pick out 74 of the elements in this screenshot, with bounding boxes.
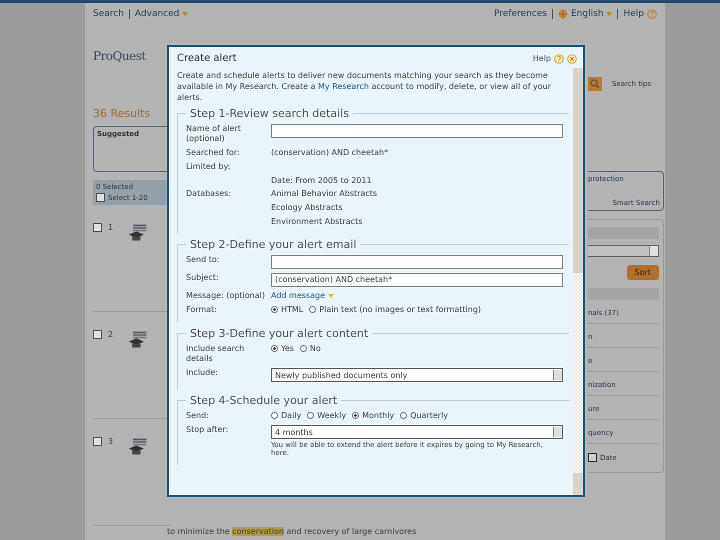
search-button[interactable] [588, 77, 602, 91]
radio-button[interactable] [400, 412, 408, 419]
graduation-cap-icon [128, 223, 148, 243]
expand-icon[interactable] [588, 453, 597, 462]
sort-button[interactable]: Sort [626, 265, 659, 280]
input-field[interactable]: (conservation) AND cheetah* [271, 273, 563, 287]
field-label: Name of alert (optional) [186, 124, 241, 143]
add-message-link[interactable]: Add message [271, 291, 325, 300]
radio-button[interactable] [271, 306, 278, 313]
input-field[interactable] [271, 255, 563, 269]
radio-label: Weekly [317, 411, 346, 420]
field-label: Message: (optional) [186, 291, 265, 300]
field-label: Databases: [186, 189, 232, 198]
dialog-title: Create alert [177, 53, 236, 64]
my-research-link[interactable]: My Research [318, 82, 369, 91]
field-label: Searched for: [186, 148, 240, 157]
radio-label: Monthly [362, 411, 394, 420]
nav-link[interactable]: Help [623, 9, 644, 19]
step-heading: Step 3-Define your alert content [189, 327, 370, 340]
dropdown[interactable]: 4 months [271, 425, 563, 439]
snippet-text: to minimize the conservation and recovery of large carnivores [167, 526, 416, 538]
radio-label: Plain text (no images or text formatting) [319, 305, 482, 314]
input-field[interactable] [271, 124, 563, 138]
globe-icon [558, 9, 568, 19]
field-value: Date: From 2005 to 2011 [271, 176, 372, 185]
radio-label: No [310, 344, 321, 353]
step-heading: Step 1-Review search details [189, 107, 350, 120]
radio-button[interactable] [352, 412, 360, 419]
sort-dropdown[interactable] [588, 245, 659, 257]
help-icon[interactable] [554, 54, 564, 64]
checkbox[interactable] [93, 437, 102, 446]
radio-button[interactable] [307, 412, 314, 419]
close-icon[interactable] [567, 54, 577, 64]
field-label: Send: [186, 411, 209, 420]
result-number: 2 [108, 330, 114, 339]
field-label: Format: [186, 305, 217, 314]
checkbox[interactable] [96, 193, 105, 202]
radio-button[interactable] [300, 345, 307, 352]
radio-button[interactable] [309, 306, 316, 313]
radio-label: Daily [281, 411, 302, 420]
checkbox[interactable] [93, 330, 102, 339]
field-value: (conservation) AND cheetah* [271, 148, 388, 157]
help-link[interactable]: Help [532, 54, 551, 63]
field-label: Stop after: [186, 425, 228, 434]
logo: ProQuest [93, 49, 146, 63]
intro-text: Create and schedule alerts to deliver new documents matching your search as they become available in My Research. Create a My Research account to modify, delete, or view all of your alerts. [177, 70, 552, 103]
radio-button[interactable] [271, 412, 278, 419]
step-heading: Step 2-Define your alert email [189, 238, 358, 251]
radio-button[interactable] [271, 345, 278, 352]
result-number: 1 [108, 223, 114, 232]
field-label: Include: [186, 368, 218, 377]
field-label: Subject: [186, 273, 219, 282]
field-label: Limited by: [186, 162, 230, 171]
results-heading: 36 Results [93, 107, 152, 120]
field-label: Include search details [186, 344, 244, 363]
nav-link[interactable]: English [570, 9, 604, 19]
scrollbar-thumb[interactable] [573, 273, 583, 473]
nav-link[interactable]: Preferences [494, 9, 547, 19]
graduation-cap-icon [128, 330, 148, 350]
radio-label: Quarterly [410, 411, 448, 420]
step-heading: Step 4-Schedule your alert [189, 394, 338, 407]
dropdown[interactable]: Newly published documents only [271, 368, 563, 382]
result-number: 3 [108, 437, 114, 446]
database-name: Animal Behavior Abstracts [271, 189, 378, 198]
checkbox[interactable] [93, 223, 102, 232]
nav-link[interactable]: Search [93, 9, 124, 19]
database-name: Ecology Abstracts [271, 203, 344, 212]
database-name: Environment Abstracts [271, 217, 364, 226]
radio-label: HTML [281, 305, 304, 314]
graduation-cap-icon [128, 437, 148, 457]
radio-label: Yes [281, 344, 294, 353]
field-label: Send to: [186, 255, 220, 264]
search-icon [590, 79, 600, 89]
nav-link[interactable]: Advanced [134, 9, 180, 19]
